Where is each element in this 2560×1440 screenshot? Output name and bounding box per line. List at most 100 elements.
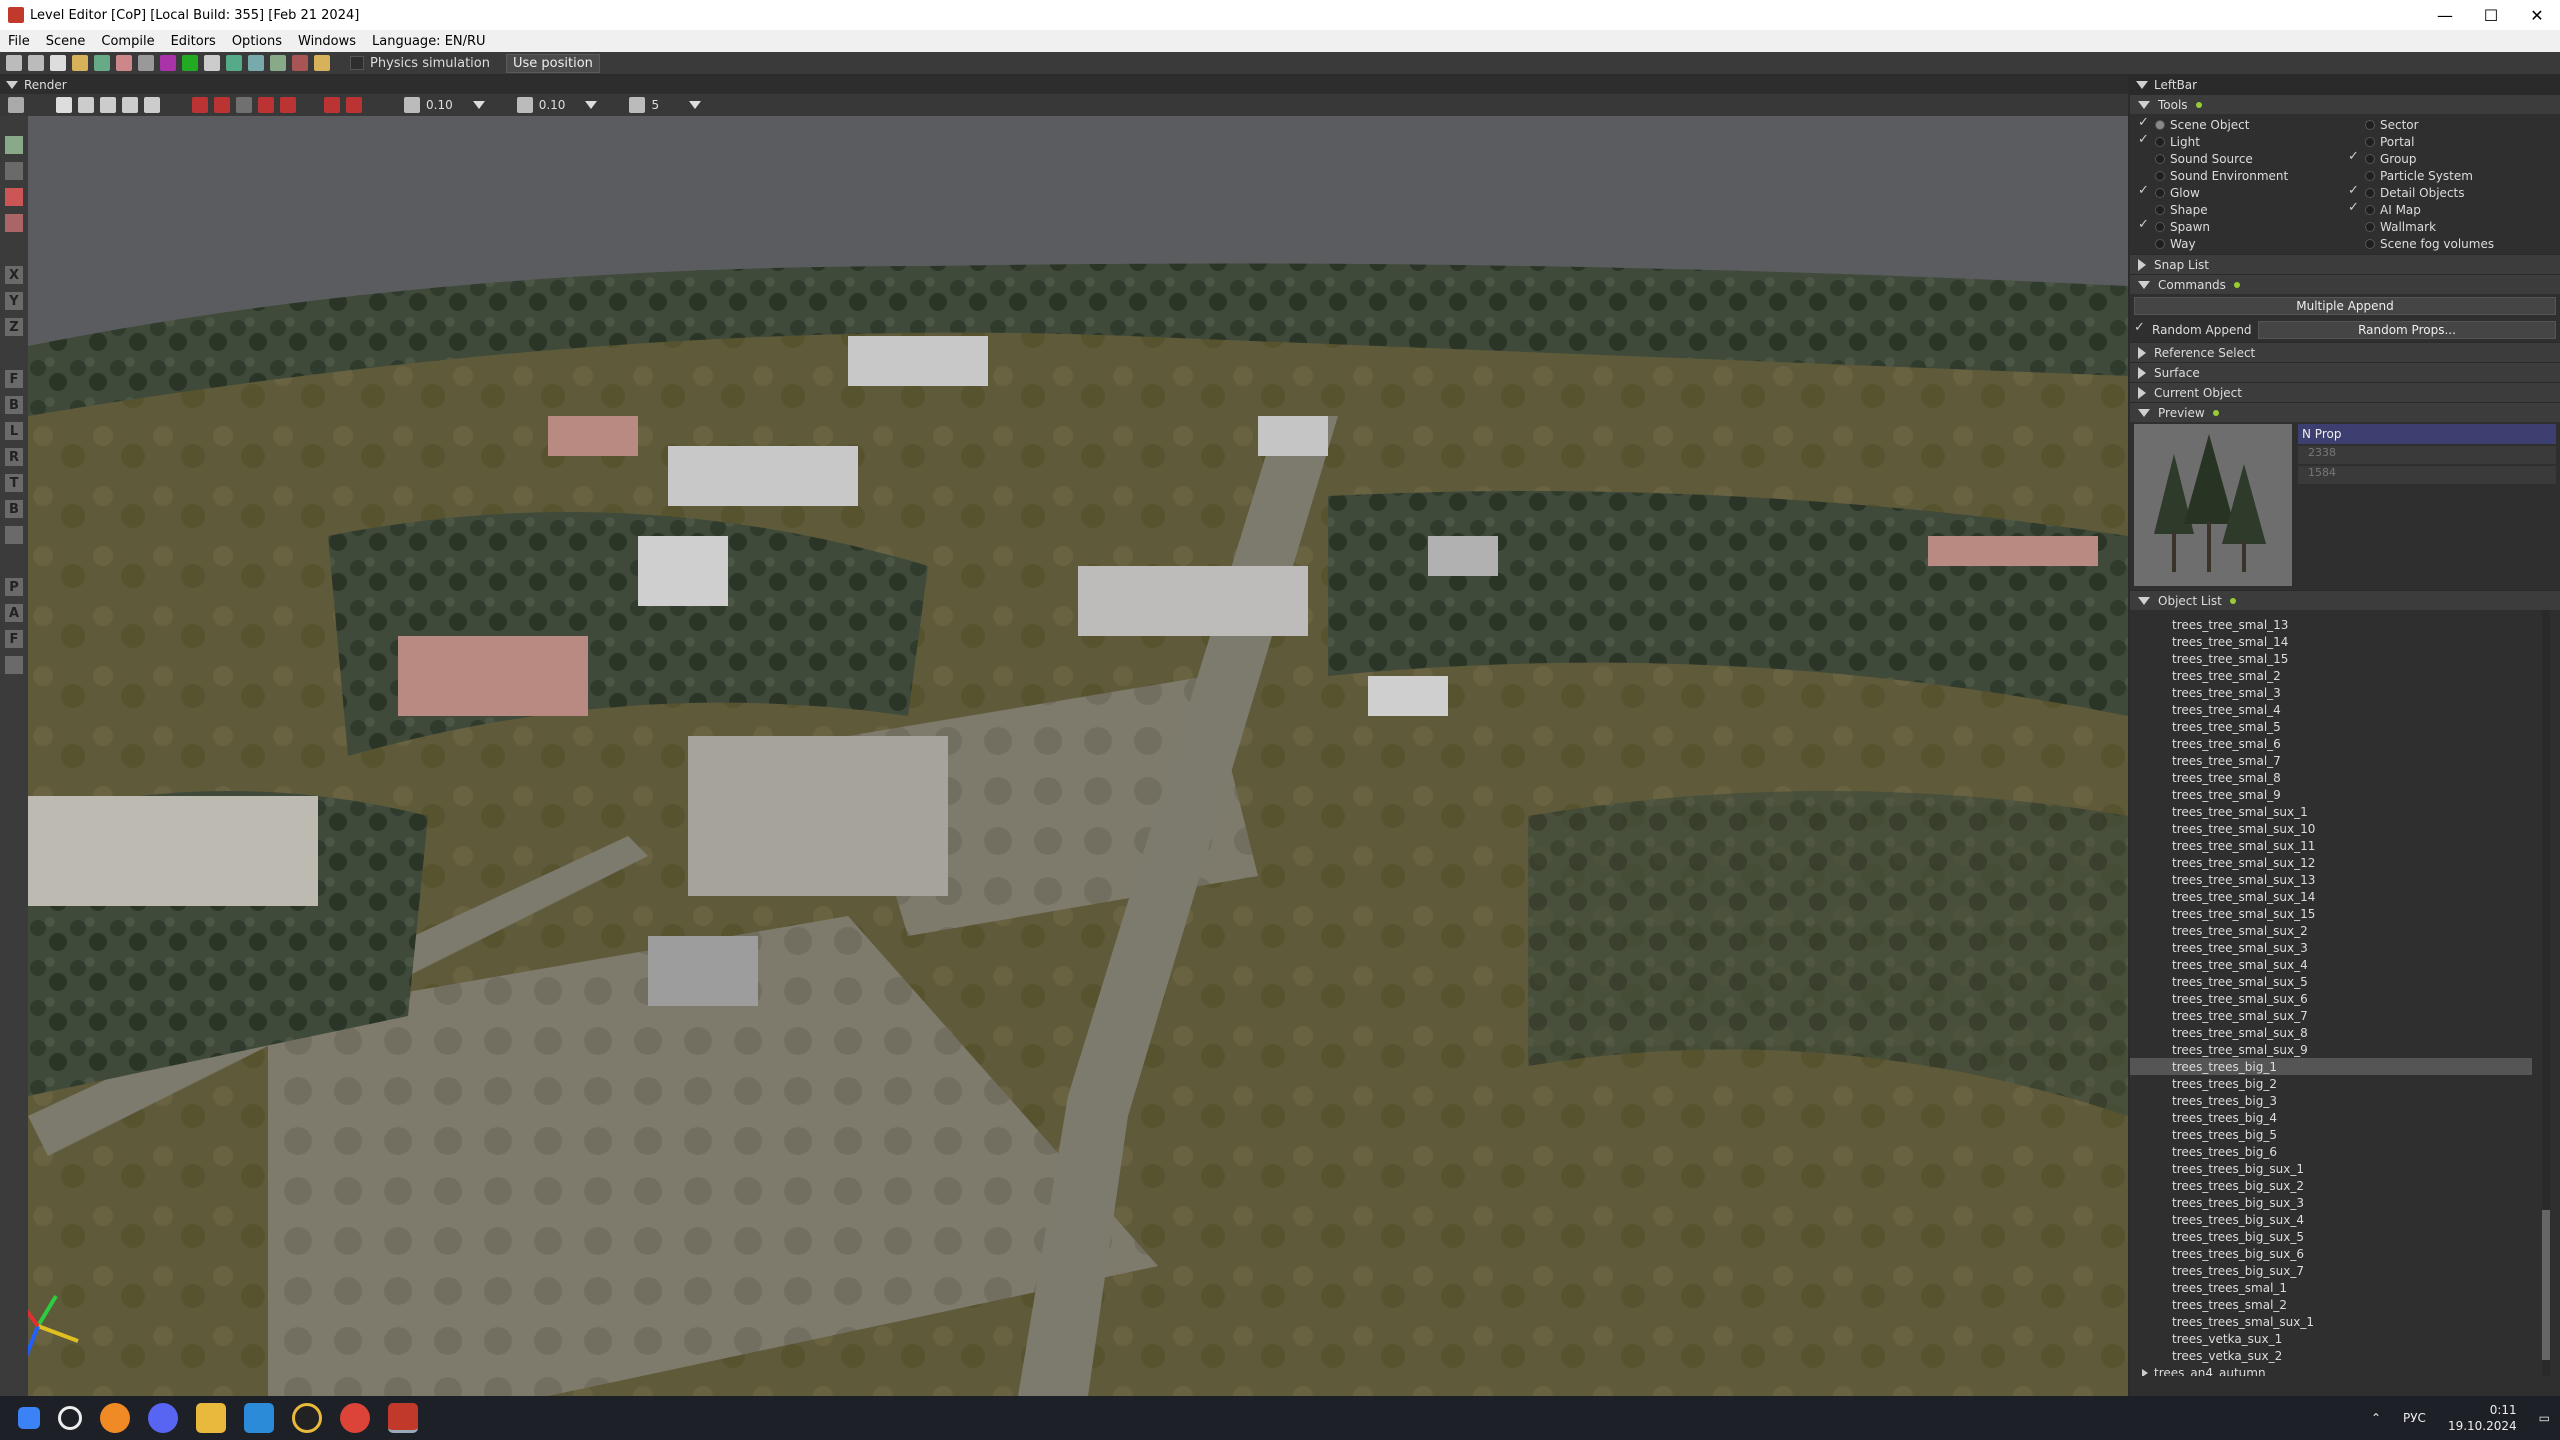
object-list-parent-item[interactable]: trees_an4_autumn	[2130, 1364, 2560, 1376]
tool-visibility-checkbox[interactable]	[2138, 183, 2150, 199]
app-ring-icon[interactable]	[292, 1403, 322, 1433]
grid-step-value[interactable]: 0.10	[426, 98, 453, 112]
object-list-item[interactable]: trees_tree_smal_sux_6	[2130, 990, 2560, 1007]
object-list-item[interactable]: trees_tree_smal_sux_14	[2130, 888, 2560, 905]
grid-step-dropdown-icon[interactable]	[472, 101, 485, 109]
view-bottom-button[interactable]: B	[5, 500, 23, 518]
clear-icon[interactable]	[116, 55, 132, 71]
object-list-item[interactable]: trees_tree_smal_3	[2130, 684, 2560, 701]
tool-item[interactable]: Scene fog volumes	[2348, 235, 2558, 252]
compile-icon[interactable]	[160, 55, 176, 71]
menu-editors[interactable]: Editors	[163, 34, 224, 49]
open-scene-icon[interactable]	[72, 55, 88, 71]
save-scene-icon[interactable]	[94, 55, 110, 71]
object-list-item[interactable]: trees_tree_smal_sux_13	[2130, 871, 2560, 888]
tool-select-radio[interactable]	[2365, 170, 2375, 181]
camera-arcball-button[interactable]: A	[5, 604, 23, 622]
object-list-expand-icon[interactable]	[2138, 596, 2150, 605]
surface-expand-icon[interactable]	[2138, 366, 2146, 379]
scrollbar-thumb[interactable]	[2542, 1210, 2550, 1360]
snap-vertex-icon[interactable]	[214, 97, 230, 113]
tool-visibility-checkbox[interactable]	[2138, 204, 2150, 216]
tool-select-radio[interactable]	[2365, 187, 2375, 198]
tools-section-header[interactable]: Tools	[2130, 94, 2560, 114]
tool-select-radio[interactable]	[2155, 204, 2165, 215]
angle-step-dropdown-icon[interactable]	[689, 101, 702, 109]
tool-item[interactable]: Sound Environment	[2138, 167, 2348, 184]
view-top-button[interactable]: T	[5, 474, 23, 492]
object-list-item[interactable]: trees_tree_smal_6	[2130, 735, 2560, 752]
file-explorer-icon[interactable]	[196, 1403, 226, 1433]
object-list-item[interactable]: trees_tree_smal_9	[2130, 786, 2560, 803]
tool-select-radio[interactable]	[2365, 204, 2375, 215]
current-object-section[interactable]: Current Object	[2130, 382, 2560, 402]
object-list-item[interactable]: trees_trees_big_sux_5	[2130, 1228, 2560, 1245]
scale-step-value[interactable]: 0.10	[539, 98, 566, 112]
frame-icon[interactable]	[5, 162, 23, 180]
view-left-button[interactable]: L	[5, 422, 23, 440]
tool-select-radio[interactable]	[2155, 153, 2165, 164]
tool-item[interactable]: Spawn	[2138, 217, 2348, 235]
scale-icon[interactable]	[122, 97, 138, 113]
tool-visibility-checkbox[interactable]	[2348, 149, 2360, 165]
tool-select-radio[interactable]	[2155, 170, 2165, 181]
view-right-button[interactable]: R	[5, 448, 23, 466]
collapse-leftbar-icon[interactable]	[2136, 81, 2148, 89]
tool-select-radio[interactable]	[2365, 153, 2375, 164]
menu-windows[interactable]: Windows	[290, 34, 364, 49]
menu-scene[interactable]: Scene	[38, 34, 94, 49]
add-object-icon[interactable]	[78, 97, 94, 113]
maximize-button[interactable]: ☐	[2468, 0, 2514, 30]
reference-select-expand-icon[interactable]	[2138, 346, 2146, 359]
object-list-item[interactable]: trees_trees_big_sux_3	[2130, 1194, 2560, 1211]
language-indicator[interactable]: РУС	[2403, 1411, 2426, 1425]
tool-visibility-checkbox[interactable]	[2348, 183, 2360, 199]
object-list-item[interactable]: trees_tree_smal_14	[2130, 633, 2560, 650]
tool-item[interactable]: AI Map	[2348, 200, 2558, 218]
physics-simulation-checkbox[interactable]	[350, 56, 364, 70]
tool-item[interactable]: Particle System	[2348, 167, 2558, 184]
surface-section[interactable]: Surface	[2130, 362, 2560, 382]
object-list-item[interactable]: trees_trees_big_3	[2130, 1092, 2560, 1109]
object-list-item[interactable]: trees_trees_big_2	[2130, 1075, 2560, 1092]
play-icon[interactable]	[182, 55, 198, 71]
tool-select-radio[interactable]	[2365, 221, 2375, 232]
object-list-item[interactable]: trees_tree_smal_13	[2130, 616, 2560, 633]
menu-options[interactable]: Options	[224, 34, 290, 49]
object-list-item[interactable]: trees_trees_big_sux_1	[2130, 1160, 2560, 1177]
view-reset-icon[interactable]	[5, 526, 23, 544]
zoom-icon[interactable]	[5, 656, 23, 674]
render-viewport[interactable]	[28, 116, 2128, 1396]
tool-select-radio[interactable]	[2365, 136, 2375, 147]
random-append-checkbox[interactable]	[2134, 320, 2146, 336]
tool-visibility-checkbox[interactable]	[2138, 115, 2150, 131]
tool-visibility-checkbox[interactable]	[2348, 238, 2360, 250]
object-list-item[interactable]: trees_tree_smal_sux_5	[2130, 973, 2560, 990]
tool-visibility-checkbox[interactable]	[2348, 221, 2360, 233]
object-list-item[interactable]: trees_tree_smal_8	[2130, 769, 2560, 786]
object-list-item[interactable]: trees_tree_smal_sux_1	[2130, 803, 2560, 820]
make-som-icon[interactable]	[292, 55, 308, 71]
preview-expand-icon[interactable]	[2138, 408, 2150, 417]
tool-visibility-checkbox[interactable]	[2138, 238, 2150, 250]
new-scene-icon[interactable]	[50, 55, 66, 71]
tools-expand-icon[interactable]	[2138, 100, 2150, 109]
scale-step-dropdown-icon[interactable]	[585, 101, 598, 109]
select-cursor-icon[interactable]	[56, 97, 72, 113]
object-list-item[interactable]: trees_tree_smal_sux_7	[2130, 1007, 2560, 1024]
object-list-item[interactable]: trees_tree_smal_4	[2130, 701, 2560, 718]
menu-icon[interactable]	[8, 97, 24, 113]
object-list-item[interactable]: trees_tree_smal_sux_12	[2130, 854, 2560, 871]
object-list-item[interactable]: trees_trees_big_sux_7	[2130, 1262, 2560, 1279]
object-list-item[interactable]: trees_trees_big_6	[2130, 1143, 2560, 1160]
chrome-icon[interactable]	[340, 1403, 370, 1433]
camera-fly-button[interactable]: F	[5, 630, 23, 648]
tool-visibility-checkbox[interactable]	[2138, 153, 2150, 165]
object-list-item[interactable]: trees_vetka_sux_1	[2130, 1330, 2560, 1347]
discord-icon[interactable]	[148, 1403, 178, 1433]
tool-select-radio[interactable]	[2365, 119, 2375, 130]
object-list-item[interactable]: trees_tree_smal_2	[2130, 667, 2560, 684]
zoom-selected-icon[interactable]	[346, 97, 362, 113]
hide-icon[interactable]	[5, 214, 23, 232]
zoom-extents-icon[interactable]	[324, 97, 340, 113]
